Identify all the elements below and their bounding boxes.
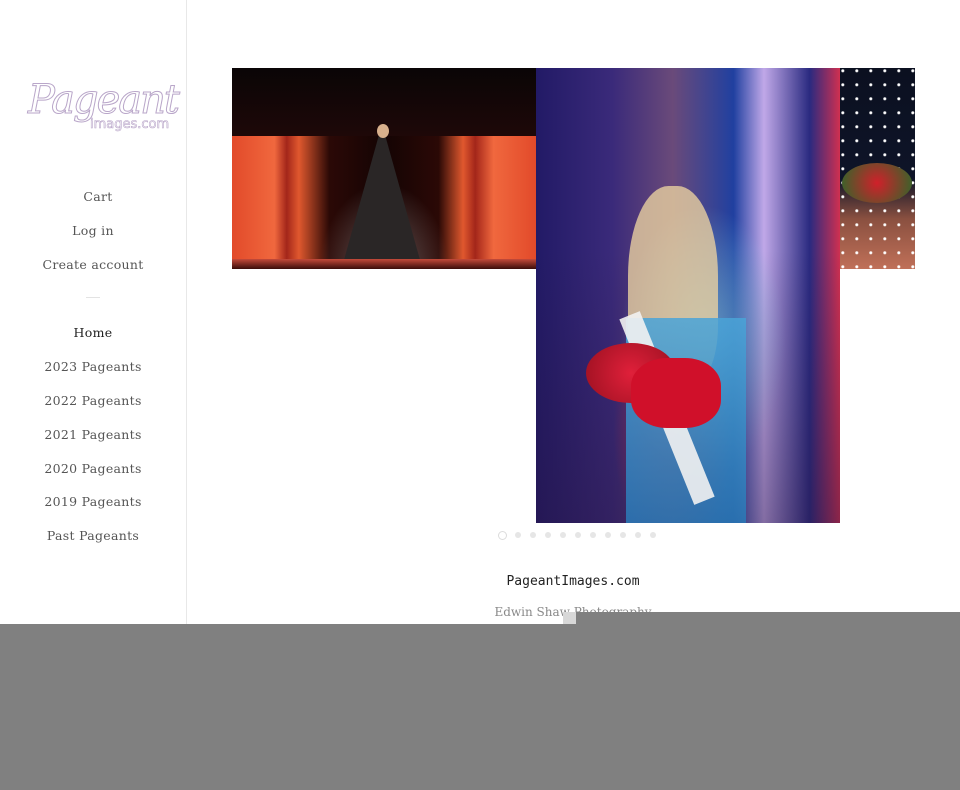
slideshow-dot[interactable]	[619, 532, 626, 538]
nav-item-2022-pageants[interactable]: 2022 Pageants	[0, 393, 186, 408]
slideshow-dot[interactable]	[559, 532, 566, 538]
slideshow-dot[interactable]	[544, 532, 551, 538]
login-link[interactable]: Log in	[0, 223, 186, 238]
slideshow-dot[interactable]	[514, 532, 521, 538]
slide-image-3[interactable]	[840, 68, 915, 269]
sidebar: Pageant images.com Cart Log in Create ac…	[0, 0, 187, 624]
slideshow-dot[interactable]	[649, 532, 656, 538]
overlay-panel	[0, 624, 960, 790]
slideshow-dot[interactable]	[604, 532, 611, 538]
nav-divider	[86, 297, 100, 298]
logo-subtext: images.com	[90, 117, 170, 132]
slideshow-dot[interactable]	[497, 530, 507, 540]
nav-item-home[interactable]: Home	[0, 325, 186, 340]
nav-item-2021-pageants[interactable]: 2021 Pageants	[0, 427, 186, 442]
site-logo[interactable]: Pageant images.com	[26, 78, 181, 140]
nav-item-2023-pageants[interactable]: 2023 Pageants	[0, 359, 186, 374]
slide-image-1[interactable]	[232, 68, 536, 269]
nav-item-2020-pageants[interactable]: 2020 Pageants	[0, 461, 186, 476]
slideshow-pagination	[494, 530, 660, 540]
slideshow-dot[interactable]	[589, 532, 596, 538]
create-account-link[interactable]: Create account	[0, 257, 186, 272]
overlay-panel-tab	[576, 612, 960, 624]
logo-text: Pageant	[28, 77, 181, 123]
slideshow-dot[interactable]	[574, 532, 581, 538]
site-title: PageantImages.com	[506, 574, 640, 589]
slideshow-dot[interactable]	[529, 532, 536, 538]
nav-item-past-pageants[interactable]: Past Pageants	[0, 528, 186, 543]
slideshow-dot[interactable]	[634, 532, 641, 538]
cart-link[interactable]: Cart	[0, 189, 186, 204]
slide-image-2[interactable]	[536, 68, 840, 523]
overlay-thumbnail[interactable]	[563, 612, 576, 624]
nav-item-2019-pageants[interactable]: 2019 Pageants	[0, 494, 186, 509]
